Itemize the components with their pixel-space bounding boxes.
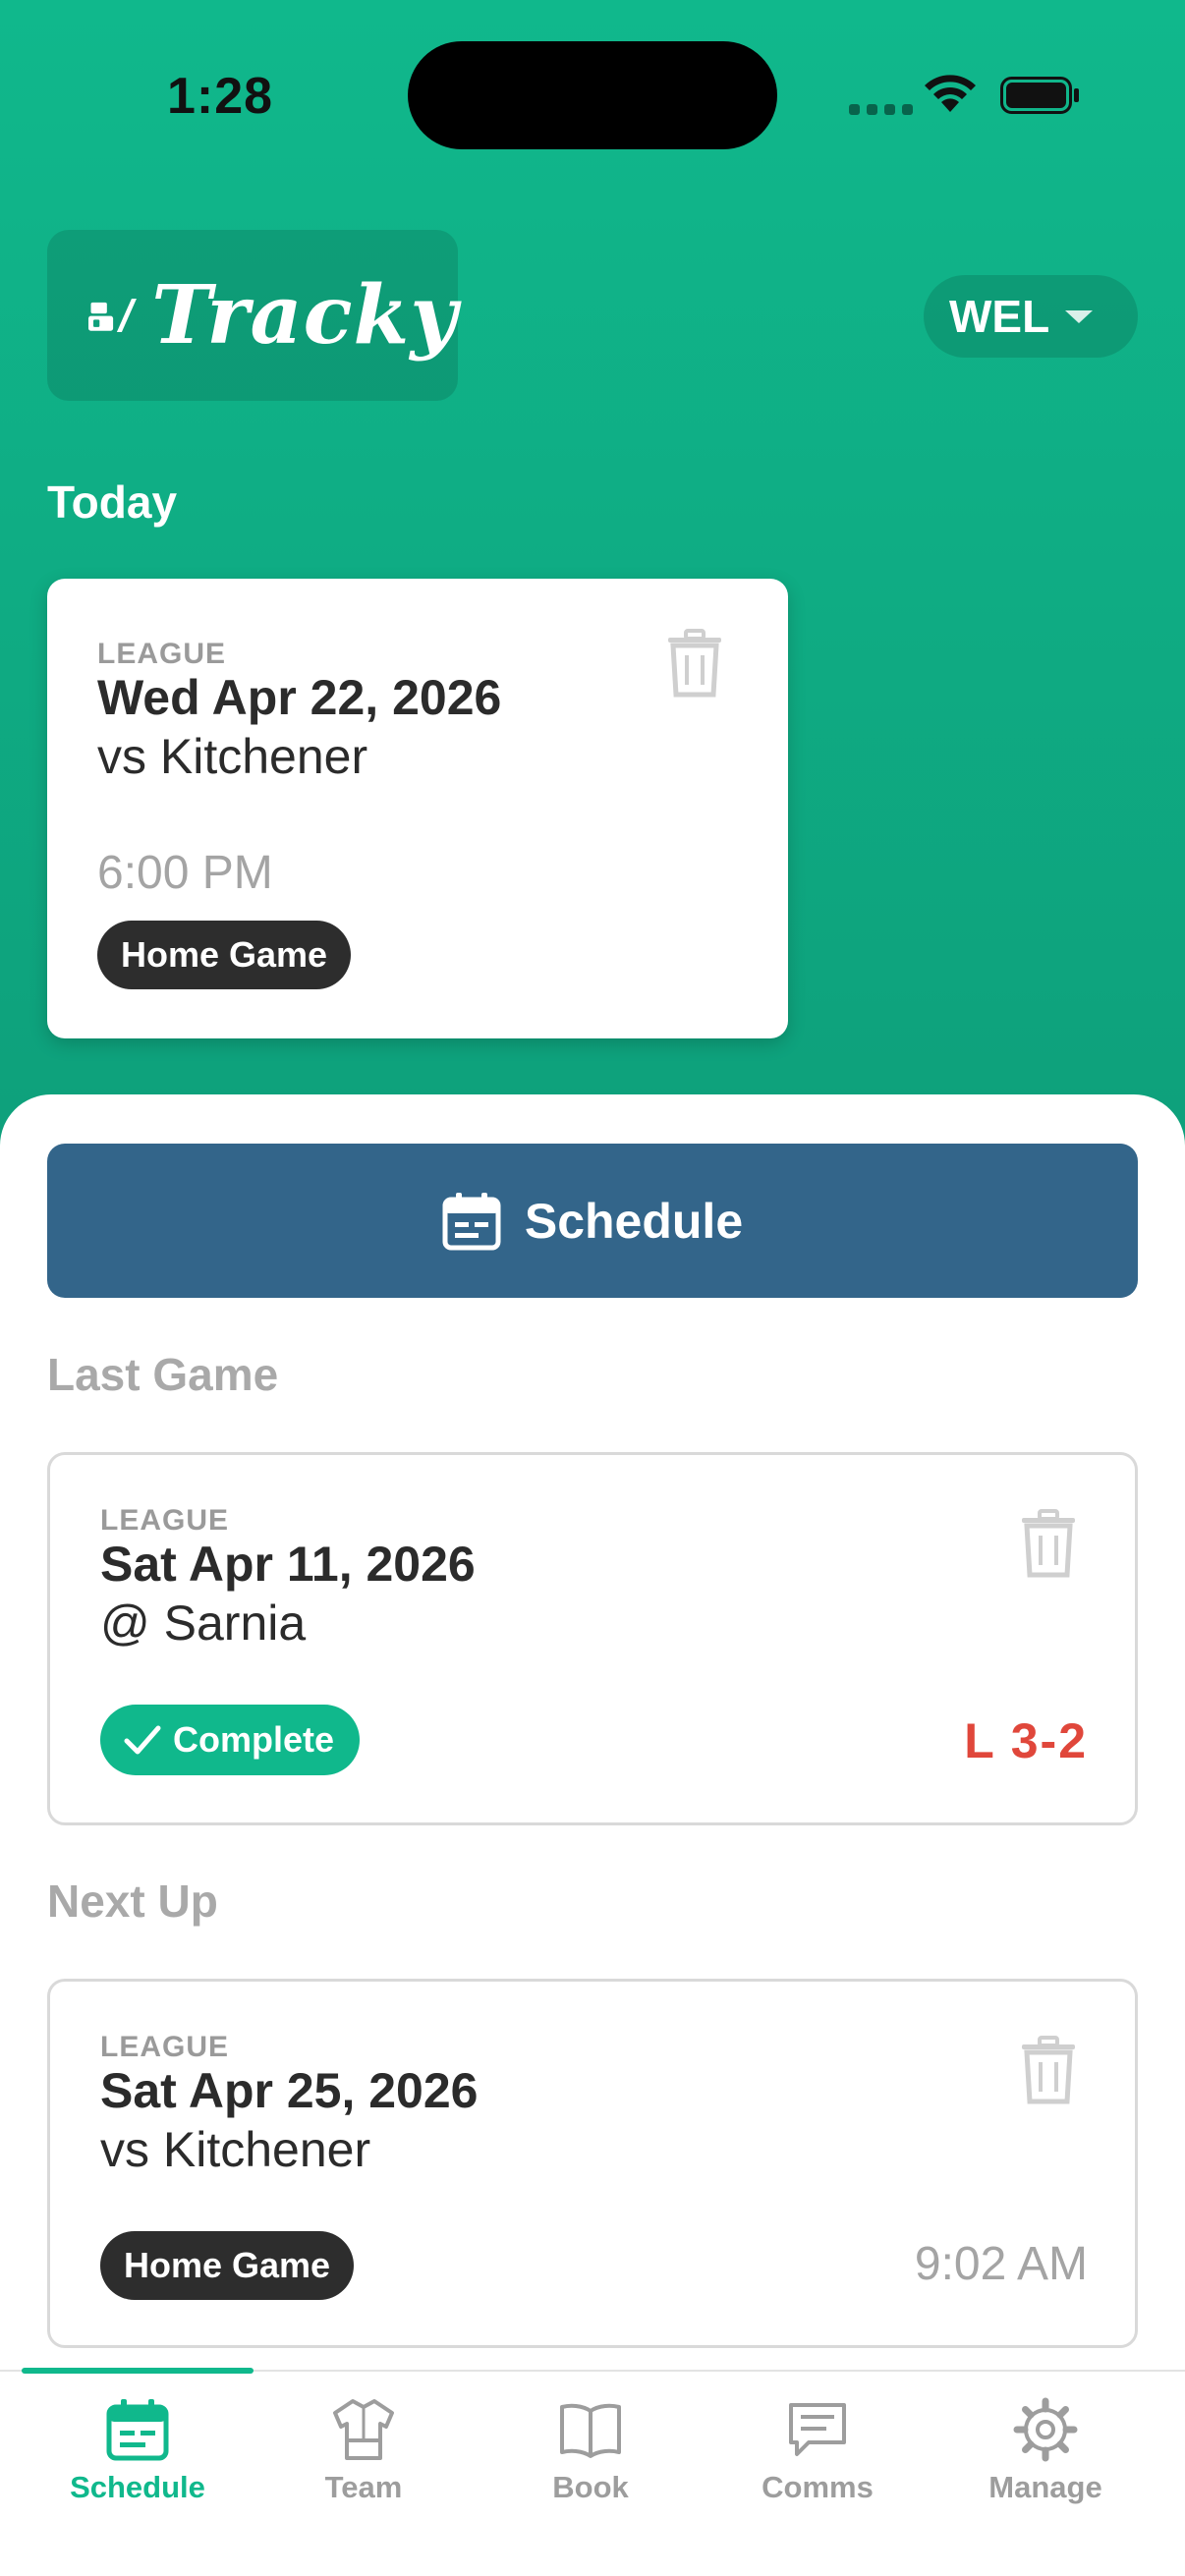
calendar-icon <box>442 1192 501 1250</box>
jersey-icon <box>333 2399 394 2460</box>
active-tab-indicator <box>22 2368 254 2374</box>
complete-badge: Complete <box>100 1705 361 1775</box>
today-heading: Today <box>47 476 178 528</box>
game-time: 9:02 AM <box>914 2238 1088 2290</box>
game-date: Wed Apr 22, 2026 <box>97 670 502 725</box>
tab-label: Book <box>552 2470 629 2504</box>
game-type: LEAGUE <box>100 1504 230 1537</box>
game-date: Sat Apr 25, 2026 <box>100 2063 479 2118</box>
content-sheet <box>0 1094 1185 2576</box>
schedule-button-label: Schedule <box>524 1193 744 1249</box>
game-opponent: vs Kitchener <box>100 2122 371 2177</box>
trash-icon[interactable] <box>1018 1508 1079 1579</box>
status-time: 1:28 <box>167 68 274 125</box>
calendar-icon <box>106 2399 169 2461</box>
next-up-heading: Next Up <box>47 1876 218 1927</box>
last-game-card[interactable]: LEAGUE Sat Apr 11, 2026 @ Sarnia Complet… <box>47 1452 1138 1825</box>
game-opponent: vs Kitchener <box>97 729 368 784</box>
game-type: LEAGUE <box>97 638 227 670</box>
chevron-down-icon <box>1065 309 1094 323</box>
home-game-badge: Home Game <box>100 2231 355 2300</box>
game-opponent: @ Sarnia <box>100 1596 307 1651</box>
tab-manage[interactable]: Manage <box>930 2397 1161 2505</box>
schedule-button[interactable]: Schedule <box>47 1144 1138 1298</box>
tracky-logo-icon <box>88 299 137 332</box>
tab-schedule[interactable]: Schedule <box>22 2397 254 2505</box>
game-time: 6:00 PM <box>97 847 273 899</box>
last-game-heading: Last Game <box>47 1349 279 1400</box>
game-date: Sat Apr 11, 2026 <box>100 1537 476 1592</box>
today-game-card[interactable]: LEAGUE Wed Apr 22, 2026 vs Kitchener 6:0… <box>47 579 788 1038</box>
book-icon <box>560 2403 621 2458</box>
wifi-icon <box>925 75 976 112</box>
battery-icon <box>1000 77 1079 114</box>
home-game-badge: Home Game <box>97 921 352 989</box>
next-game-card[interactable]: LEAGUE Sat Apr 25, 2026 vs Kitchener Hom… <box>47 1979 1138 2348</box>
dynamic-island <box>408 41 777 149</box>
team-code: WEL <box>949 291 1050 342</box>
gear-icon <box>1013 2397 1078 2462</box>
team-selector[interactable]: WEL <box>924 275 1138 358</box>
cellular-signal-icon <box>849 104 913 115</box>
tab-comms[interactable]: Comms <box>702 2397 933 2505</box>
tab-label: Manage <box>988 2470 1102 2504</box>
tab-book[interactable]: Book <box>475 2397 706 2505</box>
tab-label: Comms <box>762 2470 874 2504</box>
game-result: L 3-2 <box>964 1713 1088 1768</box>
message-icon <box>789 2403 846 2456</box>
status-label: Complete <box>173 1719 335 1760</box>
app-name: Tracky <box>151 268 458 363</box>
app-logo: Tracky <box>47 230 458 401</box>
game-type: LEAGUE <box>100 2031 230 2063</box>
checkmark-icon <box>124 1725 161 1755</box>
tab-label: Schedule <box>70 2470 205 2504</box>
trash-icon[interactable] <box>1018 2035 1079 2105</box>
tab-team[interactable]: Team <box>248 2397 480 2505</box>
trash-icon[interactable] <box>664 628 725 699</box>
tab-label: Team <box>324 2470 403 2504</box>
